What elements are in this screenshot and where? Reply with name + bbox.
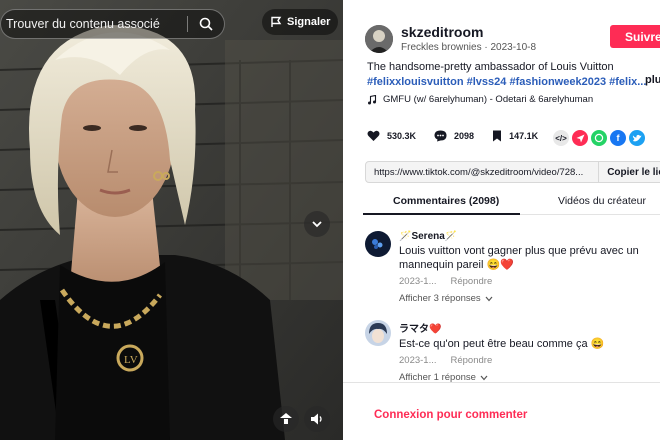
send-arrow-shape <box>576 134 584 142</box>
comment-date: 2023-1... <box>399 276 437 287</box>
bookmark-icon <box>493 130 502 142</box>
volume-button[interactable] <box>304 406 330 432</box>
report-label: Signaler <box>287 16 331 28</box>
twitter-bird-glyph <box>632 134 642 141</box>
post-caption: The handsome-pretty ambassador of Louis … <box>367 60 660 89</box>
more-button[interactable]: plus <box>645 74 660 86</box>
details-panel: skzeditroom Freckles brownies · 2023-10-… <box>343 0 660 440</box>
search-button[interactable] <box>188 10 224 38</box>
save-stat[interactable]: 147.1K <box>492 130 538 142</box>
tiktok-video-page: LV Trouver du contenu associé Signaler s… <box>0 0 660 440</box>
panel-tabs: Commentaires (2098) Vidéos du créateur <box>363 190 660 215</box>
chevron-down-icon <box>312 221 322 228</box>
volume-icon <box>311 413 322 425</box>
author-username[interactable]: skzeditroom <box>401 24 536 40</box>
engagement-stats: 530.3K 2098 147.1K <box>367 130 556 142</box>
search-icon <box>199 17 213 31</box>
share-link-box: https://www.tiktok.com/@skzeditroom/vide… <box>365 161 660 183</box>
reply-button[interactable]: Répondre <box>451 276 493 287</box>
post-date: 2023-10-8 <box>490 42 537 53</box>
view-replies-label: Afficher 3 réponses <box>399 293 481 304</box>
caption-hashtags[interactable]: #felixxlouisvuitton #lvss24 #fashionweek… <box>367 75 660 90</box>
report-button[interactable]: Signaler <box>262 9 339 35</box>
music-title: GMFU (w/ 6arelyhuman) - Odetari & 6arely… <box>383 94 594 105</box>
music-info[interactable]: GMFU (w/ 6arelyhuman) - Odetari & 6arely… <box>367 94 593 105</box>
commenter-avatar[interactable] <box>365 231 391 257</box>
comment-count: 2098 <box>454 131 475 141</box>
author-subtitle: Freckles brownies · 2023-10-8 <box>401 42 536 53</box>
author-avatar-image <box>365 24 393 53</box>
comment-stat[interactable]: 2098 <box>434 130 474 142</box>
login-to-comment-bar: Connexion pour commenter <box>343 382 660 440</box>
floating-player-icon <box>280 413 292 424</box>
save-count: 147.1K <box>509 131 539 141</box>
chevron-down-icon <box>485 296 493 301</box>
facebook-icon[interactable]: f <box>610 130 626 146</box>
comment-meta: 2023-1... Répondre <box>399 276 659 287</box>
comment-text: Louis vuitton vont gagner plus que prévu… <box>399 245 639 271</box>
comment-text: Est-ce qu'on peut être beau comme ça 😄 <box>399 338 605 350</box>
copy-link-button[interactable]: Copier le lien <box>598 162 660 182</box>
tab-creator-videos[interactable]: Vidéos du créateur <box>558 195 646 207</box>
active-tab-indicator <box>363 213 520 215</box>
view-replies-button[interactable]: Afficher 3 réponses <box>399 293 659 304</box>
commenter-name[interactable]: 🪄Serena🪄 <box>399 231 659 242</box>
heart-icon <box>367 130 380 141</box>
scroll-down-button[interactable] <box>304 211 330 237</box>
whatsapp-glyph <box>594 133 604 143</box>
comment-date: 2023-1... <box>399 355 437 366</box>
login-to-comment-link[interactable]: Connexion pour commenter <box>374 409 527 421</box>
commenter-avatar-image <box>365 320 391 346</box>
reply-button[interactable]: Répondre <box>451 355 493 366</box>
related-search-bar <box>0 9 225 39</box>
like-stat[interactable]: 530.3K <box>367 130 416 142</box>
chevron-down-icon <box>480 375 488 380</box>
commenter-avatar[interactable] <box>365 320 391 346</box>
search-input[interactable] <box>1 17 187 31</box>
author-nickname: Freckles brownies <box>401 42 482 53</box>
share-buttons: </> f <box>553 130 645 146</box>
svg-text:LV: LV <box>124 354 138 366</box>
comment-meta: 2023-1... Répondre <box>399 355 659 366</box>
commenter-avatar-image <box>365 231 391 257</box>
twitter-icon[interactable] <box>629 130 645 146</box>
video-frame: LV <box>0 0 343 440</box>
caption-text: The handsome-pretty ambassador of Louis … <box>367 61 614 73</box>
video-player[interactable]: LV Trouver du contenu associé Signaler <box>0 0 343 440</box>
music-note-icon <box>368 94 377 104</box>
embed-icon[interactable]: </> <box>553 130 569 146</box>
floating-player-button[interactable] <box>273 406 299 432</box>
tab-comments[interactable]: Commentaires (2098) <box>393 195 499 207</box>
comment-icon <box>434 130 447 142</box>
author-avatar[interactable] <box>365 24 393 53</box>
like-count: 530.3K <box>387 131 417 141</box>
whatsapp-icon[interactable] <box>591 130 607 146</box>
send-icon[interactable] <box>572 130 588 146</box>
author-info[interactable]: skzeditroom Freckles brownies · 2023-10-… <box>365 24 536 53</box>
flag-icon <box>271 16 282 27</box>
share-link-url[interactable]: https://www.tiktok.com/@skzeditroom/vide… <box>366 167 598 178</box>
commenter-name[interactable]: ラマタ❤️ <box>399 320 659 335</box>
follow-button[interactable]: Suivre <box>610 25 660 48</box>
